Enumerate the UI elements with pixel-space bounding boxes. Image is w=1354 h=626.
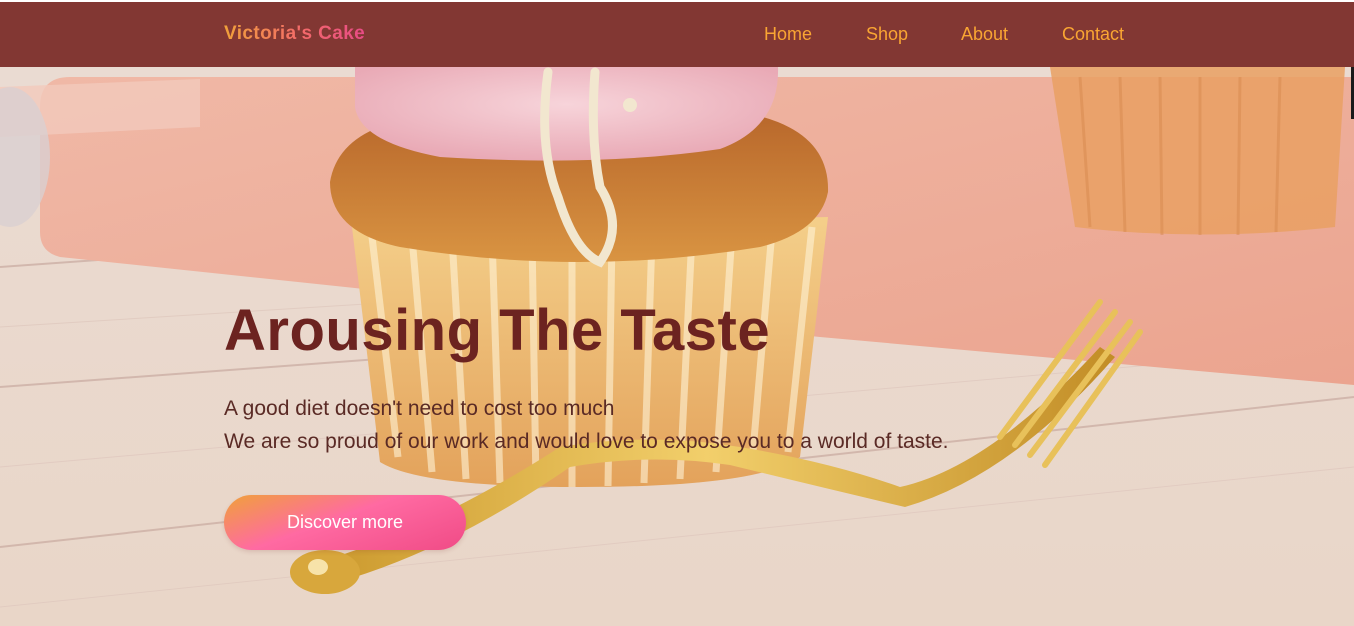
site-header: Victoria's Cake Home Shop About Contact: [0, 2, 1354, 67]
nav-contact-link[interactable]: Contact: [1062, 22, 1124, 46]
discover-more-button[interactable]: Discover more: [224, 495, 466, 550]
main-nav: Home Shop About Contact: [0, 22, 1354, 46]
nav-home-link[interactable]: Home: [764, 22, 812, 46]
nav-shop-link[interactable]: Shop: [866, 22, 908, 46]
nav-about-link[interactable]: About: [961, 22, 1008, 46]
hero-subtitle-line1: A good diet doesn't need to cost too muc…: [224, 397, 615, 420]
hero-subtitle-line2: We are so proud of our work and would lo…: [224, 430, 949, 453]
hero-title: Arousing The Taste: [224, 298, 771, 363]
